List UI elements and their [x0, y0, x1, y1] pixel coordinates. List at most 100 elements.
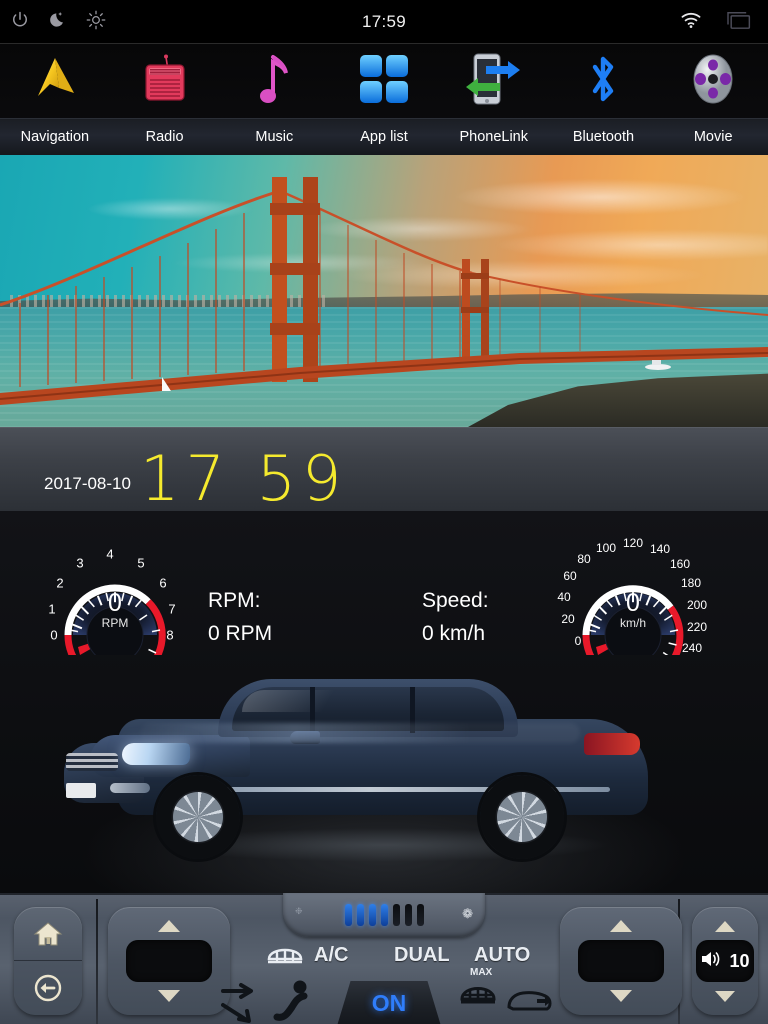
app-label-row: Navigation Radio Music App list PhoneLin… — [0, 118, 768, 155]
media-controls — [0, 155, 768, 427]
home-button[interactable] — [14, 907, 82, 961]
rpm-readout: RPM: 0 RPM — [208, 589, 272, 646]
back-icon — [34, 974, 62, 1002]
app-label-music[interactable]: Music — [219, 119, 329, 155]
volume-up-button[interactable] — [692, 913, 758, 939]
app-button-phonelink[interactable] — [439, 44, 549, 118]
speed-tick-140: 140 — [649, 542, 671, 556]
app-button-bluetooth[interactable] — [549, 44, 659, 118]
volume-down-button[interactable] — [692, 983, 758, 1009]
rpm-tick-4: 4 — [106, 546, 114, 562]
rpm-readout-label: RPM: — [208, 589, 261, 612]
fan-bar-4 — [380, 904, 388, 926]
speed-tick-40: 40 — [557, 590, 571, 604]
speed-tick-100: 100 — [595, 541, 617, 555]
rpm-readout-value: 0 RPM — [208, 622, 273, 645]
rpm-center-value: 0 — [108, 589, 122, 617]
vehicle-headlight — [122, 743, 190, 765]
status-bar-clock: 17:59 — [361, 12, 407, 31]
speed-tick-220: 220 — [686, 620, 708, 634]
vehicle-rear-wheel — [480, 775, 564, 859]
vehicle-window-highlight — [242, 690, 362, 712]
home-icon — [33, 921, 63, 945]
speed-center-value: 0 — [626, 589, 640, 617]
rpm-gauge: 0 RPM 0 1 2 3 4 5 6 7 8 — [48, 535, 182, 671]
right-temp-display — [578, 940, 664, 982]
film-reel-icon — [686, 52, 740, 111]
vehicle-front-wheel — [156, 775, 240, 859]
climate-divider-left — [96, 899, 98, 1024]
app-launcher-bar: Navigation Radio Music App list PhoneLin… — [0, 44, 768, 155]
app-label-bluetooth[interactable]: Bluetooth — [549, 119, 659, 155]
vehicle-taillight — [584, 733, 640, 755]
rpm-tick-6: 6 — [159, 575, 167, 591]
climate-control-bar: ❉ ❁ MAX A/C DUAL AUTO ON 10 — [0, 893, 768, 1024]
fan-low-icon: ❉ — [295, 906, 303, 916]
speed-tick-240: 240 — [681, 641, 703, 655]
speed-tick-120: 120 — [622, 536, 644, 550]
infotainment-screen: 17:59 Navigation Radio Music App list Ph… — [0, 0, 768, 1024]
fan-bar-7 — [416, 904, 424, 926]
vehicle-fog-light — [110, 783, 150, 793]
navigation-pad — [14, 907, 82, 1015]
chevron-down-icon — [715, 990, 735, 1002]
app-button-music[interactable] — [219, 44, 329, 118]
speed-tick-60: 60 — [563, 569, 577, 583]
speed-center-readout: 0 km/h — [620, 589, 646, 630]
app-button-navigation[interactable] — [0, 44, 110, 118]
media-artwork-panel[interactable] — [0, 155, 768, 427]
rpm-tick-7: 7 — [168, 601, 176, 617]
auto-button[interactable]: AUTO — [474, 944, 530, 967]
app-label-navigation[interactable]: Navigation — [0, 119, 110, 155]
fan-bar-5 — [392, 904, 400, 926]
clock-bar[interactable]: 2017-08-10 17 59 — [0, 427, 768, 515]
clock-time: 17 59 — [140, 442, 348, 515]
vehicle-rear-rim — [497, 792, 547, 842]
right-temp-up-button[interactable] — [560, 913, 682, 939]
chevron-down-icon — [610, 990, 632, 1002]
app-label-radio[interactable]: Radio — [110, 119, 220, 155]
app-button-app-list[interactable] — [329, 44, 439, 118]
fan-bar-2 — [356, 904, 364, 926]
front-defrost-icon[interactable] — [266, 941, 304, 972]
speed-tick-200: 200 — [686, 598, 708, 612]
speed-readout: Speed: 0 km/h — [422, 589, 489, 646]
fan-speed-indicator[interactable]: ❉ ❁ — [283, 893, 485, 937]
chevron-up-icon — [610, 920, 632, 932]
phonelink-icon — [464, 52, 524, 111]
airflow-direction-icon[interactable] — [221, 981, 261, 1024]
vehicle-license-plate — [66, 783, 96, 798]
wifi-icon[interactable] — [680, 11, 702, 34]
rpm-tick-0: 0 — [50, 627, 58, 643]
seat-airflow-icon[interactable] — [272, 979, 318, 1024]
left-temp-down-button[interactable] — [108, 983, 230, 1009]
vehicle-body-gloss — [140, 723, 580, 743]
app-icon-row — [0, 44, 768, 118]
status-bar-right-icons — [680, 0, 752, 44]
radio-icon — [140, 53, 190, 110]
app-label-phonelink[interactable]: PhoneLink — [439, 119, 549, 155]
status-bar: 17:59 — [0, 0, 768, 44]
right-temp-down-button[interactable] — [560, 983, 682, 1009]
left-temp-up-button[interactable] — [108, 913, 230, 939]
screen-cast-icon[interactable] — [724, 10, 752, 35]
chevron-up-icon — [158, 920, 180, 932]
app-label-app-list[interactable]: App list — [329, 119, 439, 155]
vehicle-front-rim — [173, 792, 223, 842]
clock-date: 2017-08-10 — [44, 474, 131, 493]
rpm-tick-2: 2 — [56, 575, 64, 591]
vehicle-grille — [66, 753, 118, 771]
rpm-center-unit: RPM — [101, 616, 129, 630]
climate-on-button[interactable]: ON — [337, 981, 441, 1024]
dual-button[interactable]: DUAL — [394, 944, 450, 967]
back-button[interactable] — [14, 961, 82, 1015]
ac-button[interactable]: A/C — [314, 944, 348, 967]
app-button-radio[interactable] — [110, 44, 220, 118]
climate-on-label: ON — [371, 990, 407, 1016]
rear-defrost-icon[interactable] — [458, 977, 498, 1012]
app-button-movie[interactable] — [658, 44, 768, 118]
air-recirculation-icon[interactable] — [505, 985, 553, 1022]
rpm-center-readout: 0 RPM — [101, 589, 129, 630]
navigation-arrow-icon — [28, 52, 82, 111]
app-label-movie[interactable]: Movie — [658, 119, 768, 155]
